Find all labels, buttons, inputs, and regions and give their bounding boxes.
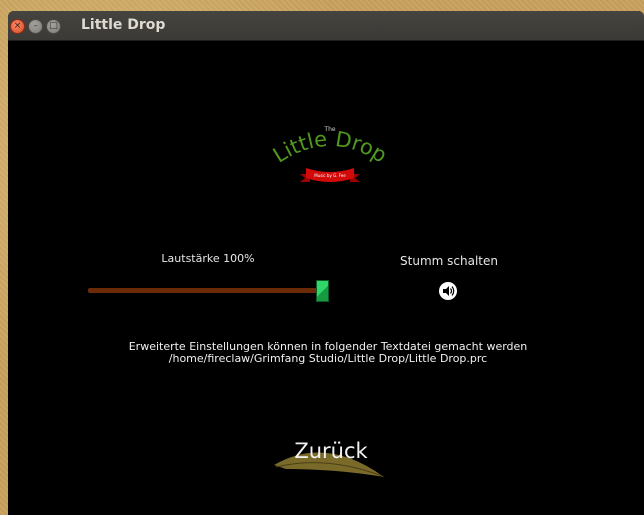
speaker-icon[interactable] [438,281,458,301]
maximize-icon[interactable]: □ [46,19,61,34]
game-logo: The Little Drop Music by G. Fee [270,126,390,182]
logo-title: Little Drop [270,127,390,168]
back-button[interactable]: Zurück [266,425,396,485]
volume-slider-thumb[interactable] [316,280,329,302]
mute-label: Stumm schalten [400,254,498,268]
back-button-label: Zurück [294,439,368,463]
volume-slider-track[interactable] [88,288,322,293]
app-window: × – □ Little Drop The Little Drop Music … [8,11,644,515]
config-file-path: /home/fireclaw/Grimfang Studio/Little Dr… [168,352,488,365]
logo-title-path: Little Drop [270,127,390,168]
volume-label: Lautstärke 100% [161,252,255,265]
minimize-icon[interactable]: – [28,19,43,34]
settings-info: Erweiterte Einstellungen können in folge… [88,341,568,365]
close-icon[interactable]: × [10,19,25,34]
title-bar: × – □ Little Drop [8,11,644,41]
window-title: Little Drop [81,17,166,33]
logo-ribbon-text: Music by G. Fee [314,173,346,178]
settings-screen: The Little Drop Music by G. Fee Lautstär… [8,40,644,515]
